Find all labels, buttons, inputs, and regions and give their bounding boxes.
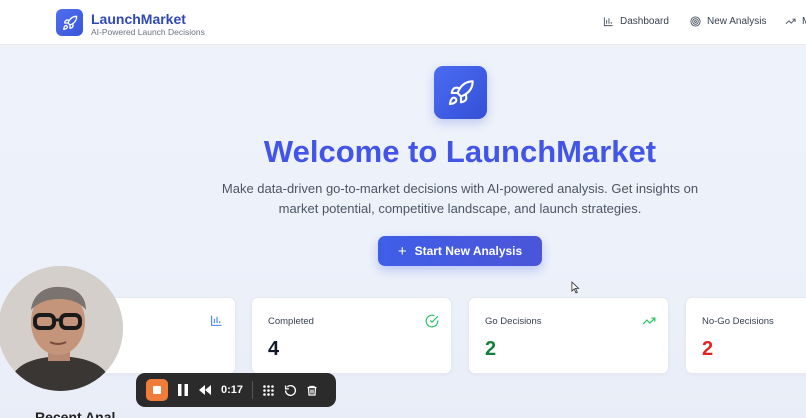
stat-card-completed: Completed 4 [251, 297, 452, 374]
hero-subtitle-line-1: Make data-driven go-to-market decisions … [221, 181, 699, 196]
rewind-icon[interactable] [198, 384, 212, 396]
brand-tagline: AI-Powered Launch Decisions [91, 27, 205, 37]
stat-label: No-Go Decisions [702, 316, 774, 327]
bar-chart-icon [210, 314, 223, 332]
screen-recorder-toolbar: 0:17 [136, 373, 336, 407]
bar-chart-icon [603, 17, 613, 27]
nav-new-analysis[interactable]: New Analysis [690, 16, 766, 27]
restart-icon[interactable] [284, 384, 297, 397]
trending-up-icon [785, 18, 796, 25]
nav-dashboard-label: Dashboard [620, 16, 669, 27]
stat-label: Go Decisions [485, 316, 542, 327]
hero-subtitle: Make data-driven go-to-market decisions … [200, 179, 720, 219]
brand-name[interactable]: LaunchMarket [91, 11, 186, 27]
hero-title: Welcome to LaunchMarket [263, 134, 657, 169]
trending-up-icon [642, 314, 656, 333]
stat-value: 2 [485, 338, 497, 360]
hero-subtitle-line-2: market potential, competitive landscape,… [278, 201, 642, 216]
stop-icon [153, 386, 161, 394]
target-icon [690, 16, 701, 27]
stat-value: 2 [702, 338, 714, 360]
recent-analyses-heading: Recent Anal [35, 409, 116, 418]
nav-new-analysis-label: New Analysis [707, 16, 767, 27]
stop-recording-button[interactable] [146, 379, 168, 401]
webcam-overlay[interactable] [0, 266, 123, 391]
stat-label: Completed [268, 316, 314, 327]
grid-icon[interactable] [262, 384, 275, 397]
hero-rocket-icon [434, 66, 487, 119]
recording-timer: 0:17 [221, 384, 244, 396]
pause-icon[interactable] [177, 383, 189, 397]
stat-card-go-decisions: Go Decisions 2 [468, 297, 669, 374]
trash-icon[interactable] [306, 384, 318, 397]
stat-value: 4 [268, 338, 280, 360]
check-circle-icon [425, 314, 439, 333]
presenter-portrait [0, 266, 123, 391]
start-new-analysis-button[interactable]: + Start New Analysis [378, 236, 542, 266]
nav-market[interactable]: M [785, 16, 806, 27]
plus-icon: + [397, 242, 407, 260]
stat-card-no-go-decisions: No-Go Decisions 2 [685, 297, 806, 374]
nav-market-label: M [802, 16, 806, 27]
nav-dashboard[interactable]: Dashboard [603, 16, 669, 27]
mouse-cursor-icon [571, 281, 580, 299]
toolbar-divider [252, 381, 254, 399]
start-new-analysis-label: Start New Analysis [414, 244, 523, 258]
app-header: LaunchMarket AI-Powered Launch Decisions… [0, 0, 806, 45]
brand-logo-rocket-icon[interactable] [56, 9, 83, 36]
